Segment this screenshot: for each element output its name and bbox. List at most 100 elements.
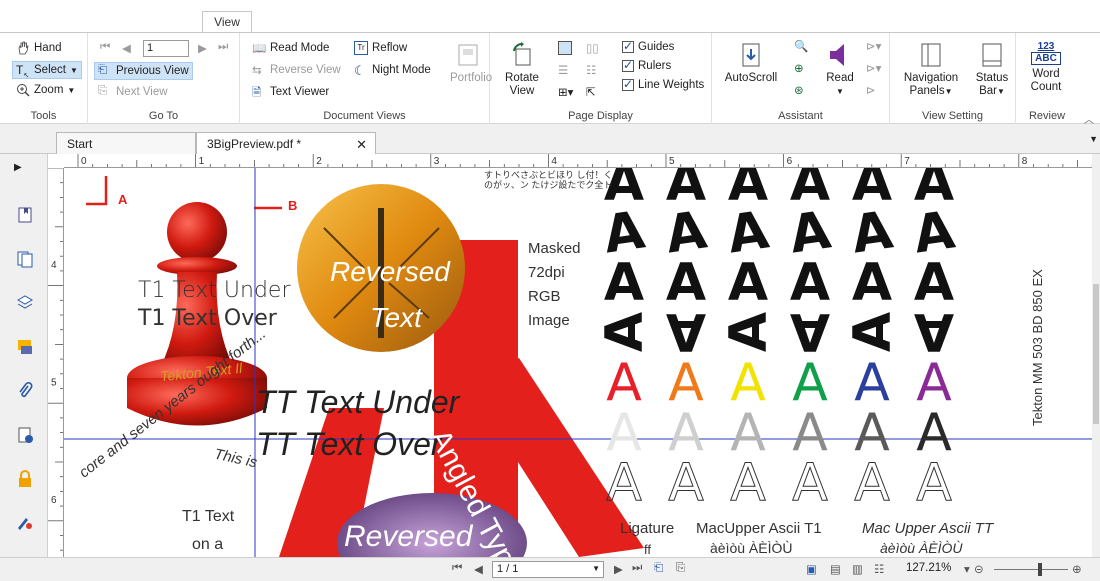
rulers-check-icon (622, 58, 634, 72)
loupe-icon[interactable]: ⊕ (794, 61, 804, 75)
glyph-a: A (668, 453, 704, 513)
navigation-panels-icon (921, 43, 941, 67)
facing-status-icon[interactable]: ▥ (852, 562, 863, 576)
group-review: 123 ABC Word Count Review (1016, 33, 1078, 125)
scrollbar-thumb[interactable] (1093, 284, 1099, 424)
autoscroll-button[interactable]: AutoScroll (720, 41, 782, 85)
night-mode-button[interactable]: ☾ Night Mode (354, 63, 431, 78)
read-stop-icon[interactable]: ⊳▾ (866, 61, 881, 75)
tab-list-icon[interactable]: ▼ (1089, 134, 1098, 144)
word-count-button[interactable]: 123 ABC Word Count (1022, 41, 1070, 94)
zoom-reading-icon[interactable]: ⊛ (794, 83, 804, 97)
prev-page-status-icon[interactable]: ◀ (474, 562, 483, 576)
japanese-vertical-text: すトりべさぶとビほり し付！くのがッ、ン たけジ設たでク全ト (484, 170, 613, 190)
tab-view[interactable]: View (202, 11, 252, 33)
text-viewer-button[interactable]: 🗎 Text Viewer (252, 85, 329, 99)
hand-tool-button[interactable]: Hand (16, 41, 62, 55)
facing-continuous-status-icon[interactable]: ☷ (874, 562, 884, 576)
chevron-down-icon: ▼ (592, 564, 600, 573)
word-count-icon-abc: ABC (1031, 52, 1061, 65)
attachment-icon[interactable] (16, 382, 34, 400)
ruler-label: 7 (904, 156, 910, 167)
guides-checkbox[interactable]: Guides (622, 39, 674, 53)
page-number-status-input[interactable]: 1 / 1 ▼ (492, 561, 604, 578)
comments-icon[interactable] (16, 338, 34, 356)
signature-panel-icon[interactable] (16, 426, 34, 444)
hand-label: Hand (34, 42, 62, 54)
zoom-level[interactable]: 127.21% (906, 562, 951, 574)
split-icon[interactable]: ⊞▾ (558, 85, 573, 99)
read-page-icon[interactable]: ⊳▾ (866, 39, 881, 53)
select-tool-button[interactable]: T↖ Select ▼ (12, 61, 82, 79)
rulers-checkbox[interactable]: Rulers (622, 58, 672, 72)
page-number-status-value: 1 / 1 (497, 563, 519, 575)
first-page-status-icon[interactable]: ⏮ (452, 562, 462, 575)
reverse-view-button[interactable]: ⇆ Reverse View (252, 63, 341, 77)
glyph-a: A (854, 453, 890, 513)
guides-check-icon (622, 39, 634, 53)
facing-continuous-icon[interactable]: ☷ (586, 63, 596, 77)
tab-document-label: 3BigPreview.pdf * (207, 137, 302, 151)
rotate-view-button[interactable]: Rotate View (500, 41, 544, 98)
next-page-icon[interactable]: ▶ (198, 41, 207, 55)
continuous-status-icon[interactable]: ▤ (830, 562, 841, 576)
last-page-icon[interactable]: ⏭ (218, 41, 228, 54)
zoom-in-icon[interactable]: ⊕ (1072, 562, 1082, 576)
next-page-status-icon[interactable]: ▶ (614, 562, 623, 576)
next-view-status-icon[interactable]: ⎘ (676, 562, 685, 575)
previous-view-icon: ⎗ (98, 64, 108, 76)
rulers-label: Rulers (638, 60, 672, 72)
document-viewport[interactable]: AAAAAAAAAAAAAAAAAAAAAAAAAAAAAAAAAAAAAAAA… (64, 168, 1092, 557)
first-page-icon[interactable]: ⏮ (100, 41, 110, 54)
zoom-tool-button[interactable]: Zoom ▼ (16, 83, 75, 97)
tab-document[interactable]: 3BigPreview.pdf * ✕ (196, 132, 376, 154)
tt-text-over: TT Text Over (256, 426, 442, 462)
autoscroll-label: AutoScroll (724, 72, 778, 84)
vertical-ruler-ticks: 4 5 6 (48, 168, 63, 551)
group-label-tools: Tools (30, 110, 57, 122)
status-bar-button[interactable]: Status Bar▼ (970, 41, 1014, 98)
horizontal-ruler-ticks: 0 1 2 3 4 5 6 7 8 (77, 154, 1093, 167)
ribbon: Hand T↖ Select ▼ Zoom ▼ Tools ⏮ ◀ 1 ▶ ⏭ … (0, 32, 1100, 126)
zoom-slider-thumb[interactable] (1038, 563, 1042, 576)
zoom-slider[interactable] (994, 569, 1068, 570)
night-mode-label: Night Mode (372, 64, 431, 76)
zoom-out-icon[interactable]: ⊝ (974, 562, 984, 576)
prev-page-icon[interactable]: ◀ (122, 41, 131, 55)
read-label: Read (826, 72, 854, 84)
portfolio-button[interactable]: Portfolio (450, 41, 492, 85)
lock-icon[interactable] (16, 470, 34, 488)
page-number-input[interactable]: 1 (143, 40, 189, 57)
expand-panel-icon[interactable]: ▶ (14, 162, 32, 180)
reverse-view-icon: ⇆ (252, 65, 262, 77)
pages-icon[interactable] (16, 250, 34, 268)
vertical-scrollbar[interactable] (1092, 154, 1100, 557)
single-page-icon[interactable] (558, 41, 572, 55)
vertical-ruler: 4 5 6 (48, 168, 64, 557)
two-page-icon[interactable]: ▯▯ (586, 41, 599, 55)
bookmarks-icon[interactable] (16, 206, 34, 224)
close-icon[interactable]: ✕ (356, 137, 367, 153)
previous-view-button[interactable]: ⎗ Previous View (94, 62, 193, 80)
user-pen-icon[interactable] (16, 514, 34, 532)
continuous-icon[interactable]: ☰ (558, 63, 568, 77)
magnifier-icon[interactable]: 🔍 (794, 39, 808, 53)
previous-view-status-icon[interactable]: ⎗ (654, 562, 663, 575)
read-button[interactable]: Read ▼ (822, 41, 858, 98)
single-page-status-icon[interactable]: ▣ (806, 562, 817, 576)
read-settings-icon[interactable]: ⊳ (866, 83, 876, 97)
glyph-a: A (843, 312, 903, 352)
read-mode-button[interactable]: 📖 Read Mode (252, 41, 329, 55)
next-view-button[interactable]: ⎘ Next View (98, 85, 168, 99)
auto-zoom-icon[interactable]: ⇱ (586, 85, 596, 99)
navigation-panels-button[interactable]: Navigation Panels▼ (896, 41, 966, 98)
glyph-a: A (728, 253, 768, 313)
ligature-glyph: ff (644, 542, 651, 557)
layers-icon[interactable] (16, 294, 34, 312)
tab-start[interactable]: Start (56, 132, 196, 154)
select-label: Select (34, 64, 66, 76)
reflow-button[interactable]: Tr Reflow (354, 41, 407, 55)
line-weights-checkbox[interactable]: Line Weights (622, 77, 704, 91)
zoom-dropdown-icon[interactable]: ▾ (964, 562, 970, 576)
last-page-status-icon[interactable]: ⏭ (632, 562, 642, 575)
